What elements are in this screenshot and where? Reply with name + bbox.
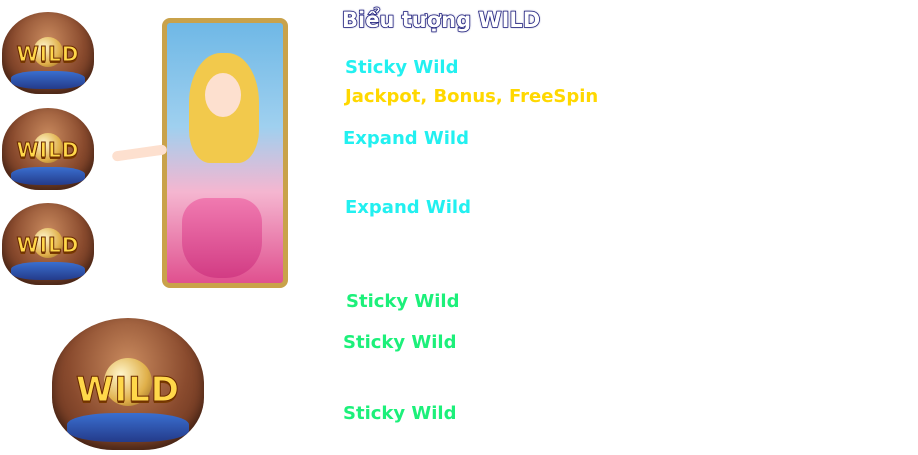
- feature-label: Sticky Wild: [345, 57, 459, 78]
- mermaid-wild-card: [162, 18, 288, 288]
- feature-label: Expand Wild: [343, 128, 469, 149]
- feature-label: Sticky Wild: [343, 403, 457, 424]
- wild-shell-symbol: WILD: [2, 203, 94, 285]
- wild-shell-symbol-large: WILD: [52, 318, 204, 450]
- feature-label: Sticky Wild: [346, 291, 460, 312]
- section-title: Biểu tượng WILD: [341, 7, 541, 33]
- wild-label: WILD: [75, 370, 181, 411]
- wild-shell-symbol: WILD: [2, 12, 94, 94]
- feature-label: Expand Wild: [345, 197, 471, 218]
- wild-label: WILD: [16, 233, 80, 258]
- wild-label: WILD: [16, 42, 80, 67]
- wild-label: WILD: [16, 138, 80, 163]
- mermaid-arm: [111, 144, 168, 162]
- feature-label: Sticky Wild: [343, 332, 457, 353]
- feature-label: Jackpot, Bonus, FreeSpin: [345, 86, 599, 107]
- wild-shell-symbol: WILD: [2, 108, 94, 190]
